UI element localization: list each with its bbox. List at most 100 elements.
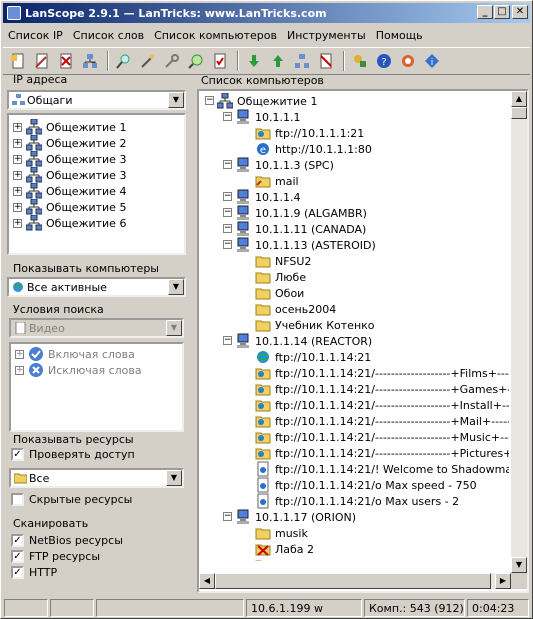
checkbox-unchecked-icon[interactable]	[11, 493, 24, 506]
computer-node[interactable]: 10.1.1.3 (SPC)	[235, 157, 334, 173]
chevron-down-icon[interactable]: ▼	[168, 279, 184, 295]
resource-node[interactable]: осень2004	[255, 301, 336, 317]
checkbox-checked-icon[interactable]: ✓	[11, 448, 24, 461]
collapse-icon[interactable]: −	[223, 112, 232, 121]
expand-icon[interactable]: +	[13, 138, 22, 148]
resource-node[interactable]: Любе	[255, 269, 306, 285]
ip-list-combo[interactable]: Общаги ▼	[7, 90, 186, 110]
menu-word-list[interactable]: Список слов	[68, 29, 149, 42]
wand-button[interactable]	[137, 50, 159, 72]
search-words-tree[interactable]: + Включая слова + Исключая слова	[9, 342, 184, 432]
resource-node[interactable]: ftp://10.1.1.14:21/o Max speed - 750	[255, 477, 477, 493]
resource-node[interactable]: ftp://10.1.1.14:21/-------------------+G…	[255, 381, 509, 397]
search-words-combo[interactable]: Видео ▼	[9, 318, 184, 338]
collapse-icon[interactable]: −	[223, 224, 232, 233]
computer-node[interactable]: 10.1.1.9 (ALGAMBR)	[235, 205, 367, 221]
ip-tree-item[interactable]: + Общежитие 1	[13, 119, 126, 135]
ip-tree-item[interactable]: + Общежитие 4	[13, 183, 126, 199]
delete-list-button[interactable]	[55, 50, 77, 72]
resource-node[interactable]: mail	[255, 173, 299, 189]
exclude-words-row[interactable]: + Исключая слова	[15, 362, 142, 378]
expand-icon[interactable]: +	[13, 202, 22, 212]
expand-icon[interactable]: +	[13, 186, 22, 196]
network-button[interactable]	[79, 50, 101, 72]
expand-icon[interactable]: +	[13, 154, 22, 164]
resource-node[interactable]: мыло	[255, 557, 306, 561]
resource-node[interactable]: ftp://10.1.1.14:21/-------------------+M…	[255, 429, 509, 445]
resource-node[interactable]: ftp://10.1.1.14:21/-------------------+M…	[255, 413, 509, 429]
menu-ip-list[interactable]: Список IP	[3, 29, 68, 42]
chevron-down-icon[interactable]: ▼	[166, 320, 182, 336]
computer-node[interactable]: 10.1.1.14 (REACTOR)	[235, 333, 372, 349]
scan-option-checkbox[interactable]: ✓ FTP ресурсы	[11, 550, 100, 563]
collapse-icon[interactable]: −	[223, 192, 232, 201]
expand-icon[interactable]: +	[15, 349, 24, 359]
expand-icon[interactable]: +	[15, 365, 24, 375]
computer-node[interactable]: 10.1.1.11 (CANADA)	[235, 221, 366, 237]
resource-node[interactable]: ftp://10.1.1.14:21	[255, 349, 371, 365]
search-button[interactable]	[113, 50, 135, 72]
scroll-hthumb[interactable]	[215, 573, 491, 589]
new-list-button[interactable]	[7, 50, 29, 72]
scroll-right-icon[interactable]: ▶	[495, 573, 511, 589]
hidden-resources-checkbox[interactable]: Скрытые ресурсы	[11, 493, 132, 506]
find-button[interactable]	[185, 50, 207, 72]
maximize-button[interactable]: □	[494, 5, 510, 19]
resource-node[interactable]: ftp://10.1.1.14:21/-------------------+F…	[255, 365, 509, 381]
resource-node[interactable]: musik	[255, 525, 308, 541]
expand-icon[interactable]: +	[13, 218, 22, 228]
ip-tree-item[interactable]: + Общежитие 6	[13, 215, 126, 231]
scan-option-checkbox[interactable]: ✓ NetBios ресурсы	[11, 534, 123, 547]
checkbox-checked-icon[interactable]: ✓	[11, 534, 24, 547]
collapse-icon[interactable]: −	[223, 336, 232, 345]
include-words-row[interactable]: + Включая слова	[15, 346, 135, 362]
computer-node[interactable]: 10.1.1.1	[235, 109, 300, 125]
horizontal-scrollbar[interactable]: ◀ ▶	[199, 573, 511, 589]
scroll-left-icon[interactable]: ◀	[199, 573, 215, 589]
settings-button[interactable]	[349, 50, 371, 72]
resource-node[interactable]: ftp://10.1.1.14:21/-------------------+I…	[255, 397, 509, 413]
resource-node[interactable]: Лаба 2	[255, 541, 314, 557]
computer-node[interactable]: 10.1.1.17 (ORION)	[235, 509, 356, 525]
computer-node[interactable]: 10.1.1.13 (ASTEROID)	[235, 237, 376, 253]
collapse-icon[interactable]: −	[223, 512, 232, 521]
check-access-checkbox[interactable]: ✓ Проверять доступ	[11, 448, 135, 461]
scroll-up-icon[interactable]: ▲	[511, 91, 527, 107]
chevron-down-icon[interactable]: ▼	[168, 92, 184, 108]
ip-tree-item[interactable]: + Общежитие 3	[13, 167, 126, 183]
key-button[interactable]	[161, 50, 183, 72]
scroll-down-icon[interactable]: ▼	[511, 557, 527, 573]
close-button[interactable]: ✕	[512, 5, 528, 19]
resource-node[interactable]: Обои	[255, 285, 304, 301]
resource-node[interactable]: ftp://10.1.1.14:21/o Max users - 2	[255, 493, 459, 509]
check-button[interactable]	[209, 50, 231, 72]
scan-option-checkbox[interactable]: ✓ HTTP	[11, 566, 57, 579]
checkbox-checked-icon[interactable]: ✓	[11, 550, 24, 563]
ip-tree-item[interactable]: + Общежитие 5	[13, 199, 126, 215]
ip-tree[interactable]: + Общежитие 1 + Общежитие 2 + Общежитие 3 + Общ…	[7, 113, 186, 255]
resource-node[interactable]: Учебник Котенко	[255, 317, 375, 333]
group-node[interactable]: Общежитие 1	[217, 93, 317, 109]
scroll-thumb[interactable]	[511, 107, 527, 119]
show-computers-combo[interactable]: Все активные ▼	[7, 277, 186, 297]
collapse-icon[interactable]: −	[223, 208, 232, 217]
resource-node[interactable]: e http://10.1.1.1:80	[255, 141, 372, 157]
minimize-button[interactable]: _	[477, 5, 493, 19]
chevron-down-icon[interactable]: ▼	[166, 470, 182, 486]
vertical-scrollbar[interactable]: ▲ ▼	[511, 91, 527, 573]
resource-type-combo[interactable]: Все ▼	[9, 468, 184, 488]
scan-network-button[interactable]	[291, 50, 313, 72]
expand-icon[interactable]: +	[13, 122, 22, 132]
resource-node[interactable]: ftp://10.1.1.1:21	[255, 125, 364, 141]
computer-node[interactable]: 10.1.1.4	[235, 189, 300, 205]
help-button[interactable]: ?	[373, 50, 395, 72]
stop-button[interactable]	[315, 50, 337, 72]
checkbox-checked-icon[interactable]: ✓	[11, 566, 24, 579]
resource-node[interactable]: ftp://10.1.1.14:21/-------------------+P…	[255, 445, 509, 461]
expand-icon[interactable]: +	[13, 170, 22, 180]
collapse-icon[interactable]: −	[205, 96, 214, 105]
import-button[interactable]	[243, 50, 265, 72]
resource-node[interactable]: NFSU2	[255, 253, 311, 269]
edit-list-button[interactable]	[31, 50, 53, 72]
menu-help[interactable]: Помощь	[371, 29, 428, 42]
